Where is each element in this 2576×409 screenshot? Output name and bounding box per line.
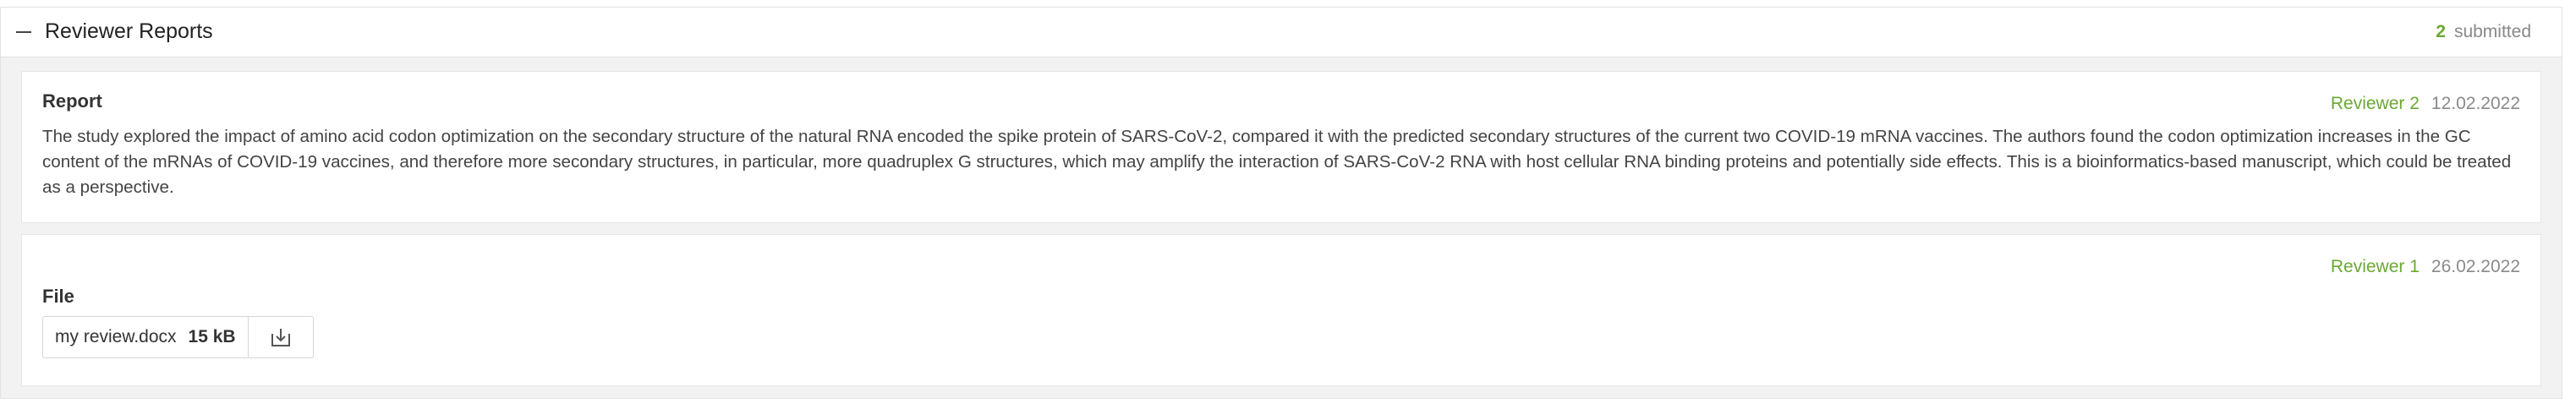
- review-date: 26.02.2022: [2431, 257, 2520, 276]
- submitted-label: submitted: [2453, 22, 2531, 41]
- submitted-number: 2: [2436, 22, 2446, 41]
- review-date: 12.02.2022: [2431, 94, 2520, 113]
- minus-icon[interactable]: [11, 19, 36, 45]
- download-button[interactable]: [247, 317, 313, 357]
- file-label: File: [42, 286, 74, 307]
- panel-title: Reviewer Reports: [45, 19, 213, 43]
- report-text: The study explored the impact of amino a…: [42, 127, 2512, 197]
- download-icon: [271, 329, 290, 346]
- file-card: Reviewer 1 26.02.2022 File my review.docx…: [21, 234, 2541, 386]
- report-label: Report: [42, 90, 102, 112]
- reviewer-name[interactable]: Reviewer 2: [2331, 94, 2420, 113]
- file-size: 15 kB: [188, 327, 236, 346]
- reviewer-meta: Reviewer 2 12.02.2022: [2331, 94, 2520, 114]
- reviewer-reports-panel: Reviewer Reports 2 submitted Report Revie…: [0, 7, 2562, 399]
- submitted-count: 2 submitted: [2436, 22, 2531, 42]
- panel-header: Reviewer Reports 2 submitted: [1, 8, 2562, 57]
- reviewer-meta: Reviewer 1 26.02.2022: [2331, 257, 2520, 277]
- file-attachment: my review.docx 15 kB: [42, 316, 314, 358]
- report-card: Report Reviewer 2 12.02.2022 The study ex…: [21, 71, 2541, 223]
- file-name[interactable]: my review.docx: [43, 317, 189, 357]
- reviewer-name[interactable]: Reviewer 1: [2331, 257, 2420, 276]
